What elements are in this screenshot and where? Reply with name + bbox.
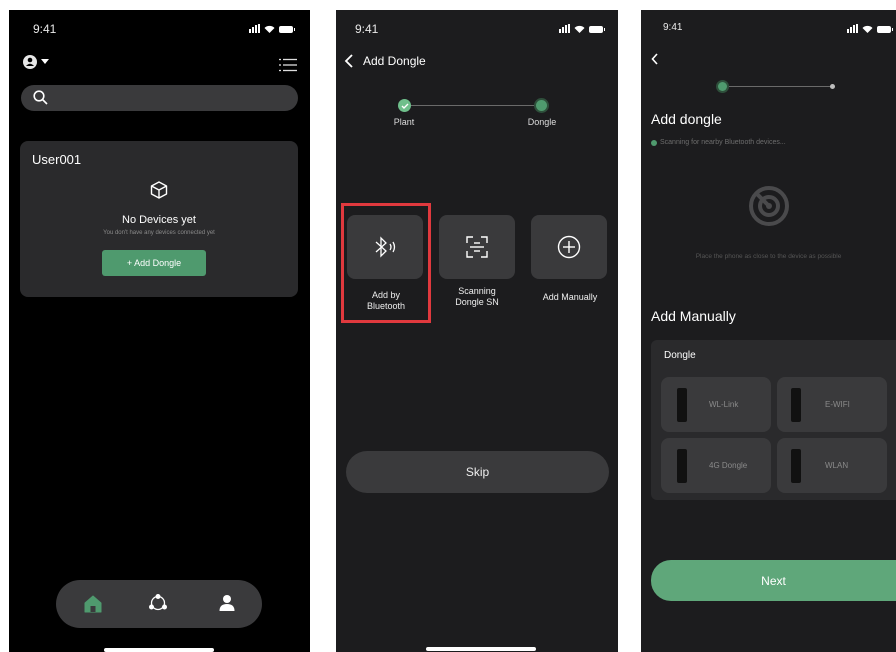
dongle-image: [791, 448, 801, 483]
status-time: 9:41: [33, 22, 57, 36]
battery-icon: [279, 26, 295, 33]
search-icon: [33, 90, 48, 105]
device-label: WLAN: [825, 461, 849, 470]
step-dongle-dot: [536, 100, 547, 111]
wifi-icon: [574, 25, 585, 33]
home-icon[interactable]: [84, 595, 102, 613]
home-indicator: [104, 648, 214, 652]
signal-icon: [249, 24, 260, 33]
next-button[interactable]: Next: [651, 560, 896, 601]
network-icon[interactable]: [147, 593, 169, 613]
dongle-group: Dongle WL-Link E-WIFI 4G Dongle WLAN: [651, 340, 896, 500]
device-label: WL-Link: [709, 400, 739, 409]
step-active-dot: [718, 82, 727, 91]
group-title: Dongle: [664, 350, 696, 361]
empty-subtitle: You don't have any devices connected yet: [103, 230, 215, 236]
manual-title: Add Manually: [651, 308, 736, 324]
step-label-plant: Plant: [393, 117, 415, 127]
add-manually-button[interactable]: [531, 215, 607, 279]
dongle-image: [677, 448, 687, 483]
manual-label: Add Manually: [542, 292, 598, 302]
page-title: Add Dongle: [363, 54, 426, 68]
radar-icon: [749, 186, 789, 226]
device-e-wifi[interactable]: E-WIFI: [777, 377, 887, 432]
wifi-icon: [264, 25, 275, 33]
status-time: 9:41: [355, 22, 379, 36]
device-wlan[interactable]: WLAN: [777, 438, 887, 493]
scan-icon: [466, 236, 488, 258]
add-dongle-button[interactable]: + Add Dongle: [102, 250, 206, 276]
status-time: 9:41: [663, 22, 683, 33]
bluetooth-icon: [375, 236, 396, 258]
status-icons: [559, 24, 605, 33]
add-by-bluetooth-button[interactable]: [347, 215, 423, 279]
skip-button[interactable]: Skip: [346, 451, 609, 493]
home-screen: 9:41 User001 No Devices yet You don't ha…: [9, 10, 310, 652]
bottom-nav: [56, 580, 262, 628]
avatar-icon: [23, 55, 37, 69]
cube-icon: [150, 181, 168, 199]
status-icons: [847, 24, 893, 33]
card-title: User001: [32, 152, 82, 167]
status-icons: [249, 24, 295, 33]
caret-down-icon: [41, 59, 49, 64]
device-4g-dongle[interactable]: 4G Dongle: [661, 438, 771, 493]
scanning-dot: [651, 139, 657, 146]
scan-title: Add dongle: [651, 111, 722, 127]
signal-icon: [847, 24, 858, 33]
dongle-image: [791, 387, 801, 422]
back-icon[interactable]: [651, 53, 659, 65]
add-dongle-scan-screen: 9:41 Add dongle Scanning for nearby Blue…: [641, 10, 896, 652]
home-indicator: [426, 647, 536, 651]
add-dongle-screen: 9:41 Add Dongle Plant Dongle Add by Blue…: [336, 10, 618, 652]
bluetooth-label: Add by Bluetooth: [366, 290, 406, 311]
profile-icon[interactable]: [218, 594, 236, 612]
step-label-dongle: Dongle: [527, 117, 557, 127]
device-label: E-WIFI: [825, 400, 850, 409]
scanning-status: Scanning for nearby Bluetooth devices...: [651, 139, 786, 146]
back-icon[interactable]: [344, 54, 354, 68]
plus-circle-icon: [557, 235, 581, 259]
device-label: 4G Dongle: [709, 461, 748, 470]
proximity-hint: Place the phone as close to the device a…: [695, 253, 842, 260]
battery-icon: [589, 26, 605, 33]
empty-title: No Devices yet: [122, 214, 196, 226]
search-input[interactable]: [21, 85, 298, 111]
dongle-image: [677, 387, 687, 422]
account-switcher[interactable]: [23, 55, 49, 69]
step-plant-check-icon: [398, 99, 411, 112]
device-card: User001 No Devices yet You don't have an…: [20, 141, 298, 297]
wifi-icon: [862, 25, 873, 33]
device-wl-link[interactable]: WL-Link: [661, 377, 771, 432]
scan-label: Scanning Dongle SN: [455, 286, 499, 307]
signal-icon: [559, 24, 570, 33]
list-menu-icon[interactable]: [279, 58, 297, 72]
battery-icon: [877, 26, 893, 33]
step-inactive-dot: [830, 84, 835, 89]
stepper-line: [405, 105, 541, 106]
stepper-line: [727, 86, 831, 87]
scan-dongle-sn-button[interactable]: [439, 215, 515, 279]
